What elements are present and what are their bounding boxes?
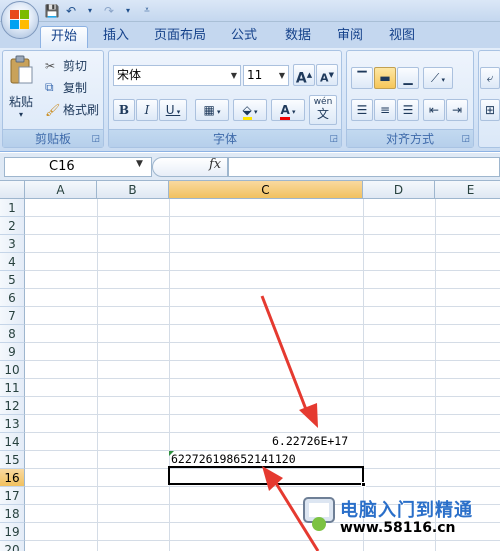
watermark-title: 电脑入门到精通 [340, 500, 473, 521]
watermark-url: www.58116.cn [340, 520, 456, 536]
red-arrowhead-down [299, 403, 318, 428]
watermark: 电脑入门到精通 www.58116.cn [300, 490, 500, 546]
office-button[interactable] [1, 1, 39, 39]
annotation-layer [260, 295, 320, 551]
office-logo-icon [10, 10, 30, 30]
watermark-logo [303, 497, 335, 531]
red-arrow-down [260, 295, 309, 413]
